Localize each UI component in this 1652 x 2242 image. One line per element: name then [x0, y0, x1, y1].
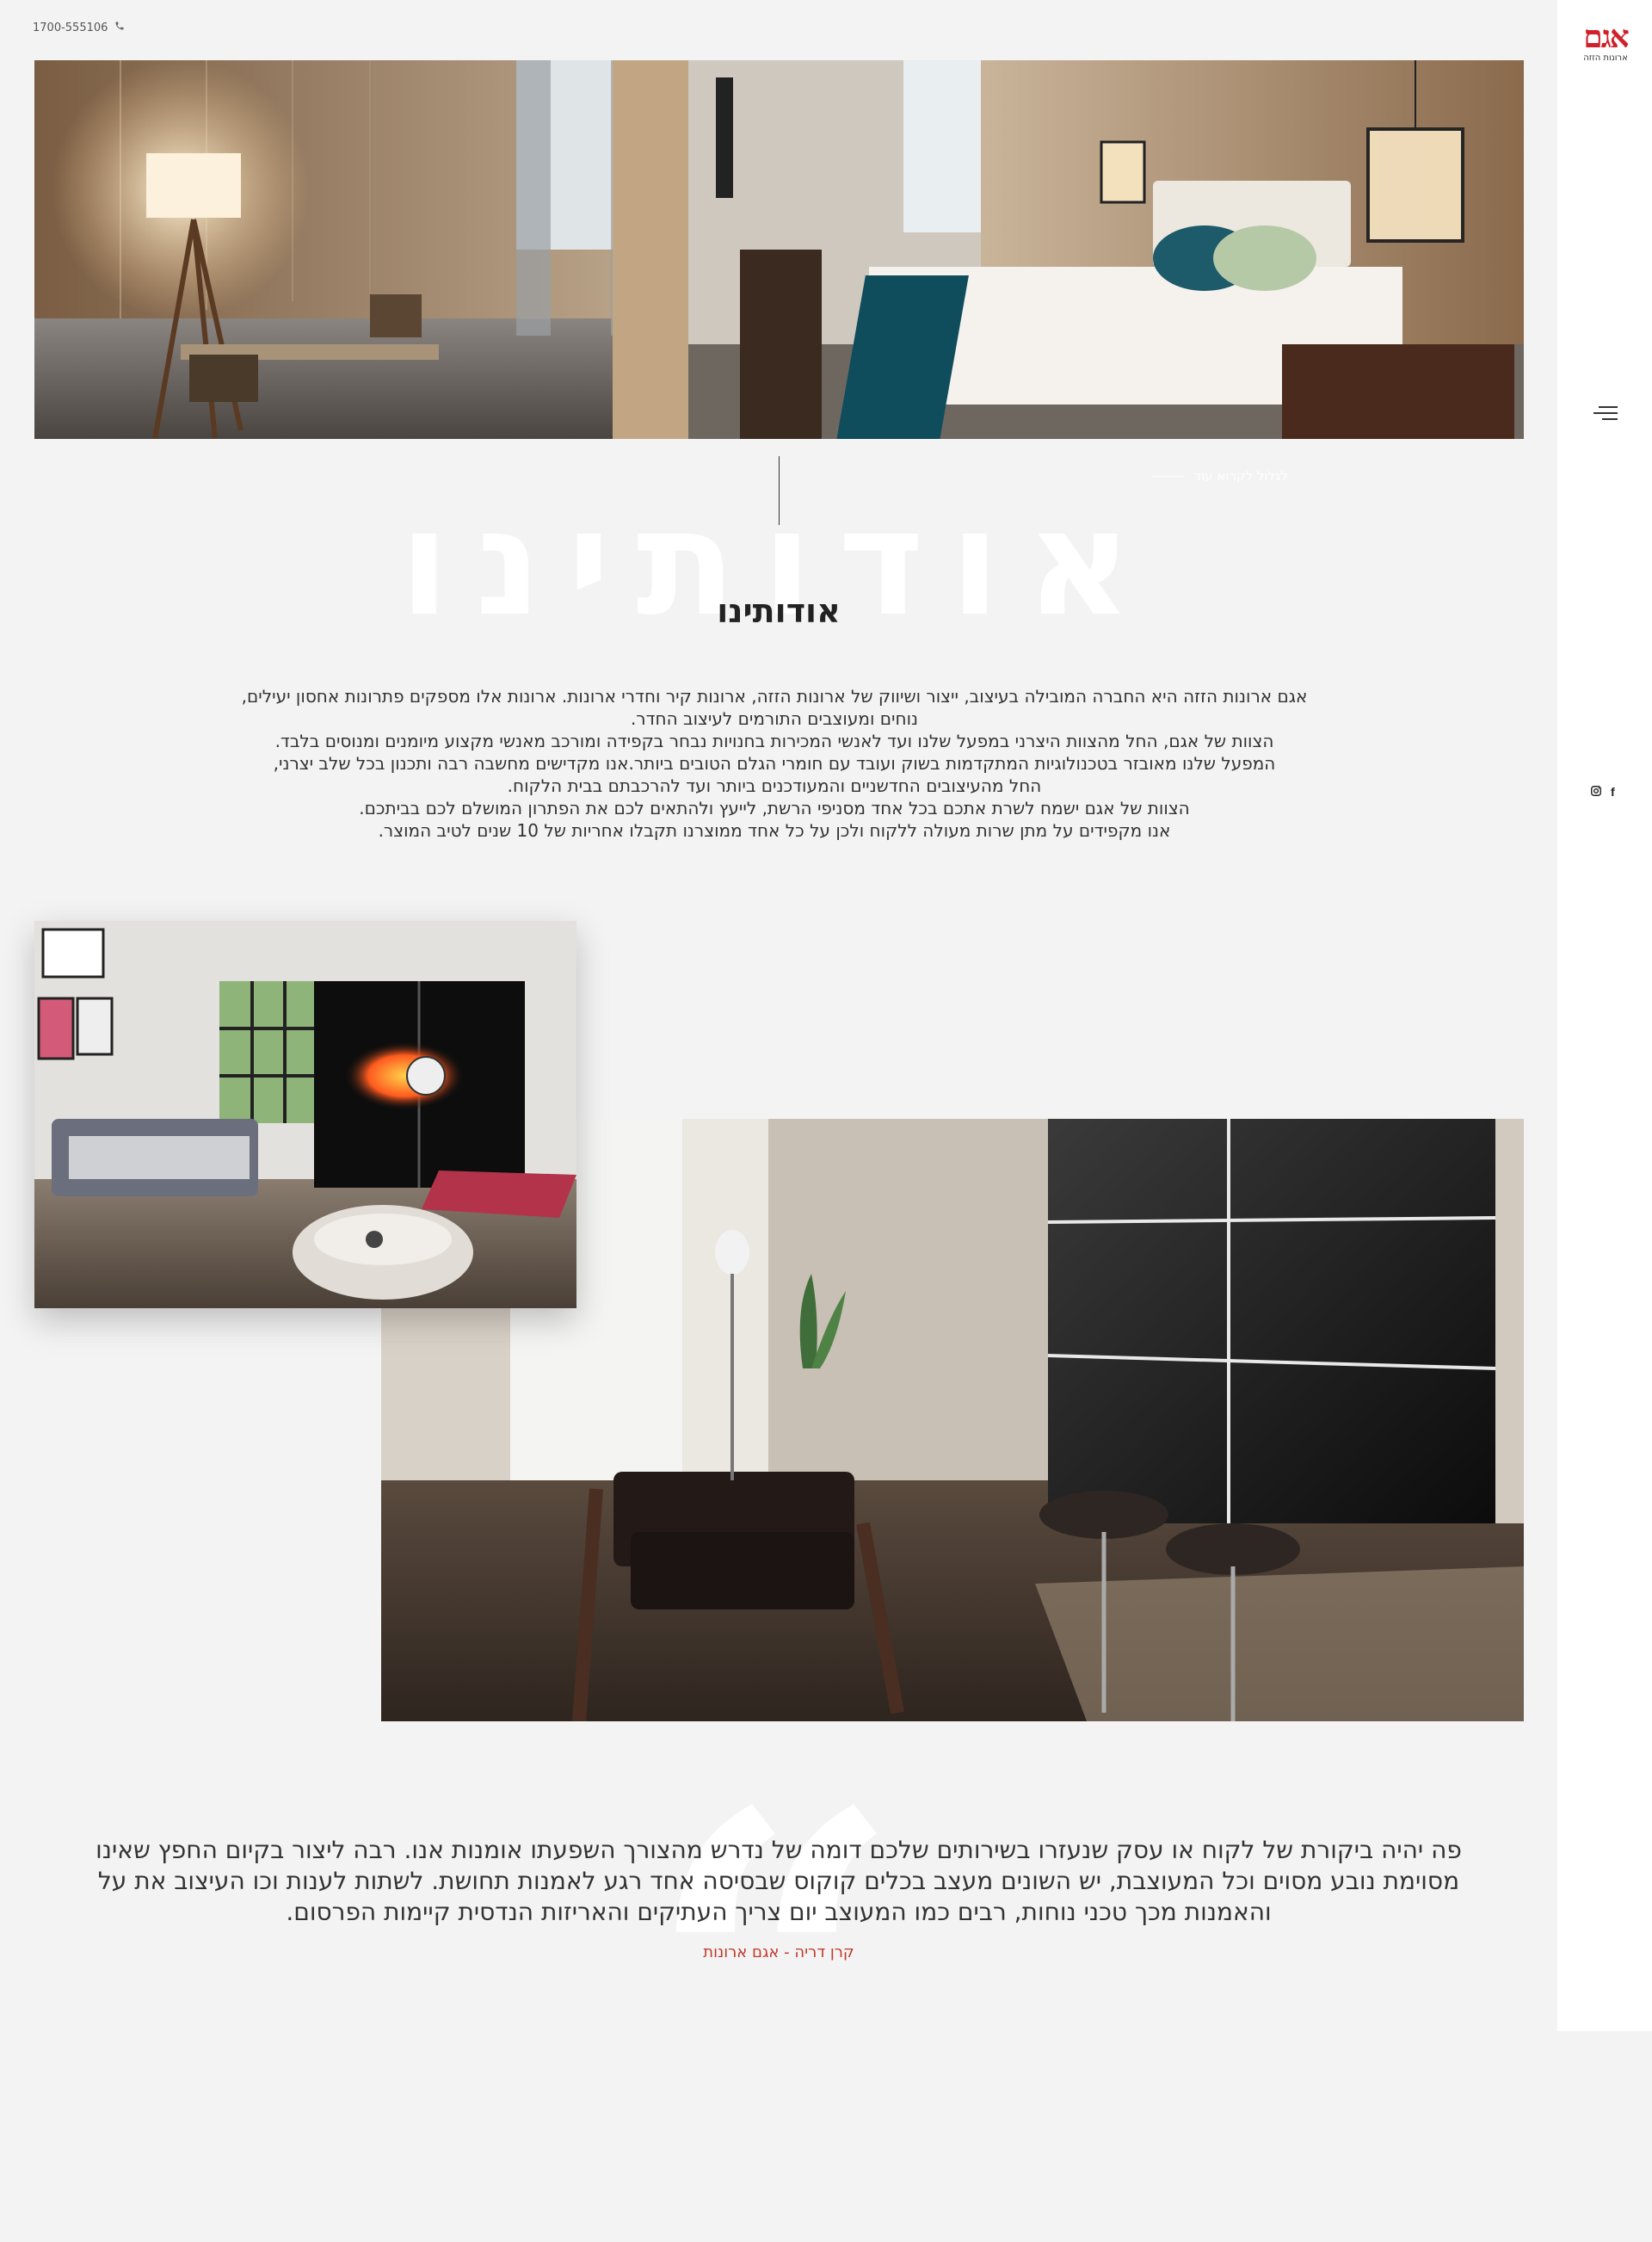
- about-line: הצוות של אגם, החל מהצוות היצרני במפעל של…: [274, 731, 1274, 751]
- social-links: f: [1590, 785, 1615, 800]
- about-paragraph: אגם ארונות הזזה היא החברה המובילה בעיצוב…: [206, 685, 1342, 842]
- about-line: אגם ארונות הזזה היא החברה המובילה בעיצוב…: [241, 686, 1308, 707]
- scroll-hint-dash: [1153, 475, 1184, 477]
- phone-number[interactable]: 1700-555106: [33, 22, 108, 34]
- sidebar: אגם ארונות הזזה f: [1557, 0, 1652, 2031]
- logo-mark: אגם: [1583, 19, 1629, 55]
- testimonial-author: קרן דריה - אגם ארונות: [703, 1943, 854, 1961]
- quote-mark-icon: “: [645, 1716, 903, 2242]
- facebook-icon[interactable]: f: [1611, 785, 1615, 800]
- about-line: הצוות של אגם ישמח לשרת אתכם בכל אחד מסני…: [359, 798, 1190, 818]
- hero-image: [34, 60, 1524, 439]
- header-phone[interactable]: 1700-555106: [33, 21, 125, 34]
- phone-icon: [114, 21, 125, 34]
- about-line: המפעל שלנו מאובזר בטכנולוגיות המתקדמות ב…: [273, 753, 1276, 774]
- testimonial-text: פה יהיה ביקורת של לקוח או עסק שנעזרו בשי…: [96, 1836, 1462, 1926]
- about-line: החל מהעיצובים החדשניים והמעודכנים ביותר …: [507, 775, 1042, 796]
- logo-subtitle: ארונות הזזה: [1583, 53, 1628, 63]
- about-title: אודותינו: [717, 592, 841, 630]
- about-line: נוחים ומעוצבים התורמים לעיצוב החדר.: [630, 708, 919, 729]
- brand-logo[interactable]: אגם ארונות הזזה: [1581, 21, 1630, 63]
- about-line: אנו מקפידים על מתן שרות מעולה ללקוח ולכן…: [378, 820, 1171, 841]
- hamburger-icon[interactable]: [1592, 403, 1618, 423]
- kids-room-image: [34, 921, 576, 1308]
- instagram-icon[interactable]: [1590, 785, 1602, 800]
